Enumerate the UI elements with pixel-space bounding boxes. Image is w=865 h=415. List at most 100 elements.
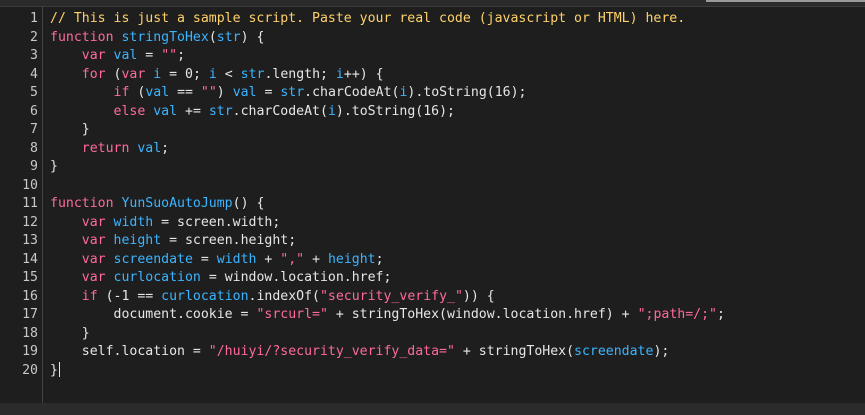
code-token: ) { — [240, 29, 265, 45]
code-token: == — [169, 85, 201, 100]
code-line[interactable]: 12 var width = screen.width; — [0, 214, 865, 233]
line-number: 8 — [30, 140, 38, 156]
code-text: } — [50, 362, 60, 381]
code-token: + — [256, 251, 281, 267]
text-cursor — [58, 362, 60, 377]
code-token: = screen.height; — [161, 233, 297, 248]
code-token: val — [113, 48, 138, 63]
code-text: self.location = "/huiyi/?security_verify… — [50, 343, 670, 362]
code-text: function stringToHex(str) { — [50, 29, 264, 48]
code-text: if (val == "") val = str.charCodeAt(i).t… — [50, 84, 527, 103]
line-number: 17 — [22, 307, 38, 322]
code-token: = screen.width; — [153, 214, 281, 230]
code-token: i — [208, 66, 217, 82]
line-number: 18 — [22, 325, 38, 341]
code-token: curlocation — [161, 288, 249, 304]
line-number: 4 — [30, 66, 38, 82]
code-line[interactable]: 20} — [0, 362, 865, 381]
code-token: (-1 == — [105, 288, 162, 304]
code-token: "" — [161, 48, 178, 63]
code-token: else — [113, 103, 154, 119]
code-token: height — [327, 251, 376, 267]
code-line[interactable]: 5 if (val == "") val = str.charCodeAt(i)… — [0, 84, 865, 103]
code-text: else val += str.charCodeAt(i).toString(1… — [50, 103, 455, 122]
code-text: var height = screen.height; — [50, 232, 296, 251]
code-token: "/huiyi/?security_verify_data=" — [208, 344, 455, 359]
code-line[interactable]: 6 else val += str.charCodeAt(i).toString… — [0, 103, 865, 122]
code-token: // This is just a sample script. Paste y… — [50, 11, 686, 26]
code-line[interactable]: 17 document.cookie = "srcurl=" + stringT… — [0, 306, 865, 325]
code-line[interactable]: 2 function stringToHex(str) { — [0, 29, 865, 48]
code-token: val — [232, 85, 257, 100]
code-token: ";path=/;" — [637, 307, 717, 322]
code-token: .length; — [264, 66, 336, 82]
line-number: 13 — [22, 233, 38, 248]
code-line[interactable]: 9} — [0, 158, 865, 177]
code-token: function — [50, 196, 122, 211]
line-number: 10 — [22, 177, 38, 193]
line-number: 1 — [30, 11, 38, 26]
code-token: ++) { — [343, 66, 384, 82]
code-line[interactable]: 10 — [0, 177, 865, 196]
code-token: var — [81, 214, 114, 230]
code-token: = — [256, 85, 281, 100]
code-token: = — [137, 48, 162, 63]
code-token: + stringToHex( — [454, 344, 575, 359]
code-text: return val; — [50, 140, 169, 159]
line-number: 3 — [30, 48, 38, 63]
line-number: 11 — [22, 196, 38, 211]
code-token: width — [216, 251, 257, 267]
line-number: 16 — [22, 288, 38, 304]
code-token: "security_verify_" — [319, 288, 463, 304]
code-editor[interactable]: 1 // This is just a sample script. Paste … — [0, 6, 865, 404]
code-line[interactable]: 7 } — [0, 121, 865, 140]
code-token: + stringToHex(window.location.href) + — [327, 307, 638, 322]
code-token: } — [50, 122, 90, 137]
code-line[interactable]: 18 } — [0, 325, 865, 344]
code-text: var screendate = width + "," + height; — [50, 251, 384, 270]
code-line[interactable]: 1 // This is just a sample script. Paste … — [0, 10, 865, 29]
code-line[interactable]: 19 self.location = "/huiyi/?security_ver… — [0, 343, 865, 362]
code-token: ).toString(16); — [335, 103, 455, 119]
code-token: } — [50, 325, 90, 341]
code-text: } — [50, 121, 90, 140]
code-token: .indexOf( — [248, 288, 320, 304]
code-line[interactable]: 4 for (var i = 0; i < str.length; i++) { — [0, 66, 865, 85]
code-token: document.cookie = — [50, 307, 257, 322]
code-line[interactable]: 13 var height = screen.height; — [0, 232, 865, 251]
code-token: = 0; — [161, 66, 209, 82]
app-frame: 1 // This is just a sample script. Paste … — [0, 0, 865, 415]
code-token: val — [153, 103, 178, 119]
code-line[interactable]: 14 var screendate = width + "," + height… — [0, 251, 865, 270]
line-number: 20 — [22, 362, 38, 378]
line-number: 2 — [30, 29, 38, 45]
code-text: } — [50, 158, 58, 177]
code-token: ; — [177, 48, 186, 63]
code-line[interactable]: 11 function YunSuoAutoJump() { — [0, 195, 865, 214]
code-token: ( — [208, 29, 217, 45]
code-line[interactable]: 3 var val = ""; — [0, 47, 865, 66]
code-line[interactable]: 16 if (-1 == curlocation.indexOf("securi… — [0, 288, 865, 307]
code-token: stringToHex — [121, 29, 209, 45]
code-token: )) { — [462, 288, 495, 304]
line-number: 14 — [22, 251, 38, 267]
line-number: 6 — [30, 103, 38, 119]
code-token: "," — [280, 251, 305, 267]
code-text: var val = ""; — [50, 47, 185, 66]
code-token: str — [208, 103, 233, 119]
code-line[interactable]: 15 var curlocation = window.location.hre… — [0, 269, 865, 288]
code-token: return — [81, 140, 138, 156]
code-token: + — [304, 251, 328, 267]
code-line[interactable]: 8 return val; — [0, 140, 865, 159]
line-number: 15 — [22, 270, 38, 285]
code-token: } — [50, 362, 58, 378]
code-token: str — [240, 66, 265, 82]
code-token: var — [81, 251, 114, 267]
code-text: if (-1 == curlocation.indexOf("security_… — [50, 288, 495, 307]
